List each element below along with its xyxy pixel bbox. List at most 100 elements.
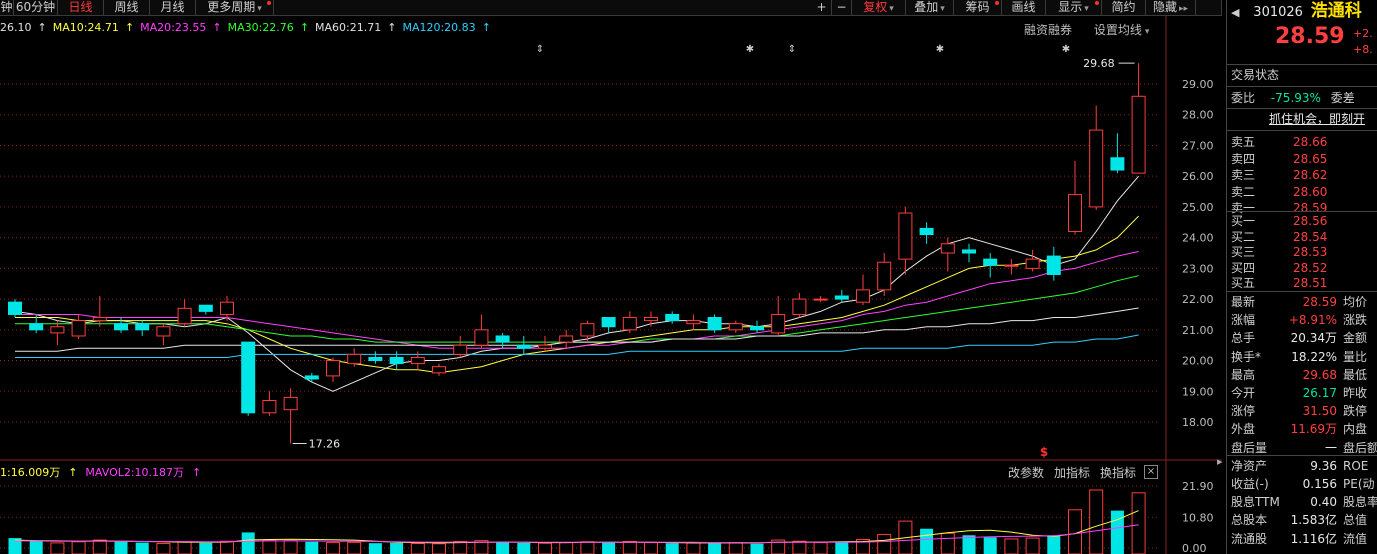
price-tick-label: 18.00 [1182, 416, 1214, 429]
rzrq-button[interactable]: 融资融券 [1024, 23, 1072, 37]
stat-value: 9.36 [1310, 458, 1337, 473]
candle-body [538, 344, 552, 349]
stat-value: 29.68 [1302, 367, 1337, 382]
ma-line-ma10 [15, 215, 1139, 374]
price-tick-label: 28.00 [1182, 109, 1214, 122]
buy-level-4: 买四 28.52 [1231, 259, 1327, 275]
volume-bar [390, 542, 404, 554]
volume-bar [877, 533, 892, 554]
candle-body [813, 298, 828, 301]
candle-body [114, 323, 128, 331]
candle-body [728, 323, 743, 331]
price-tick-label: 19.00 [1182, 385, 1214, 398]
stat-label: 收益(-) [1231, 477, 1269, 491]
ma-settings-label: 设置均线 [1093, 23, 1142, 37]
panel-separator [1227, 130, 1377, 131]
ma-legend-item: MA20:23.55 [140, 21, 207, 34]
price-tick-label: 29.00 [1182, 78, 1214, 91]
stat-row: 换手* 18.22% 量比 [1231, 348, 1367, 366]
candle-body [516, 344, 531, 349]
candle-body [389, 356, 404, 365]
candle-body [198, 304, 213, 312]
indicator-button-0[interactable]: 改参数 [1008, 466, 1044, 480]
weicha-label: 委差 [1330, 91, 1355, 105]
event-marker-icon: ⇕ [788, 44, 796, 55]
volume-bar [305, 541, 319, 554]
volume-legend-item: 1:16.009万 [0, 466, 61, 479]
stat-label: 股息TTM [1231, 495, 1280, 510]
volume-bar [220, 540, 234, 554]
stock-header: ◀ 301026 浩通科 [1231, 2, 1362, 20]
caret-left-icon[interactable]: ◀ [1231, 6, 1239, 19]
order-price: 28.53 [1293, 245, 1328, 259]
volume-bar [602, 542, 616, 554]
stock-code: 301026 [1253, 5, 1303, 20]
volume-bar [283, 540, 298, 554]
candle-body [601, 317, 616, 328]
close-volume-panel-button[interactable]: × [1144, 465, 1158, 479]
volume-bar [665, 543, 679, 554]
volume-bar [50, 542, 65, 554]
volume-bar [644, 542, 658, 554]
candle-body [1110, 157, 1125, 171]
volume-bar [813, 542, 828, 554]
candle-body [262, 399, 277, 414]
order-level-label: 卖三 [1231, 168, 1256, 182]
volume-bar [728, 542, 743, 554]
indicator-button-1[interactable]: 加指标 [1054, 466, 1090, 480]
candle-body [1131, 95, 1146, 174]
price-tick-label: 26.00 [1182, 170, 1214, 183]
candle-body [50, 326, 65, 334]
stat-value: 11.69万 [1290, 422, 1337, 437]
indicator-button-2[interactable]: 换指标 [1100, 466, 1136, 480]
panel-separator [1227, 291, 1377, 292]
stat-label-secondary: 金额 [1343, 331, 1368, 346]
candle-body [856, 289, 870, 303]
candle-body [962, 249, 976, 254]
stat-value: 0.156 [1302, 477, 1337, 491]
stat-value: 31.50 [1302, 404, 1337, 419]
order-price: 28.65 [1293, 151, 1328, 166]
volume-bar [708, 543, 722, 554]
stat-label: 涨停 [1231, 404, 1256, 419]
price-tick-label: 20.00 [1182, 355, 1214, 368]
stat-row: 外盘 11.69万 内盘 [1231, 420, 1367, 438]
buy-level-5: 买五 28.51 [1231, 274, 1327, 290]
candle-body [92, 317, 107, 322]
weibi-row: 委比 -75.93% 委差 [1231, 89, 1355, 107]
panel-separator [1227, 108, 1377, 109]
panel-separator [1227, 64, 1377, 65]
volume-bar [1110, 510, 1124, 554]
weibi-value: -75.93% [1270, 91, 1321, 105]
ma-settings-button[interactable]: 设置均线 ▾ [1094, 23, 1150, 37]
price-display: 28.59 [1231, 26, 1345, 58]
candle-body [326, 360, 340, 377]
volume-bar [347, 541, 362, 554]
candle-body [983, 258, 998, 266]
order-level-label: 买五 [1231, 276, 1256, 290]
candle-body [410, 356, 425, 365]
candle-body [771, 313, 786, 334]
high-price-label: 29.68 [1083, 57, 1115, 70]
candle-body [432, 366, 446, 374]
order-level-label: 卖二 [1231, 184, 1256, 199]
stat-label-secondary: 跌停 [1343, 404, 1368, 419]
arrow-up-icon: ↑ [387, 21, 397, 34]
volume-bar [622, 540, 637, 554]
promo-banner-link[interactable]: 抓住机会，即刻开 [1231, 110, 1365, 128]
stat-label-secondary: 流值 [1343, 531, 1368, 546]
stat-label: 总手 [1231, 331, 1256, 346]
order-price: 28.56 [1293, 214, 1328, 228]
collapse-right-panel-icon[interactable]: ▸ [1217, 455, 1225, 473]
low-price-label: 17.26 [309, 438, 341, 451]
price-tick-label: 24.00 [1182, 232, 1214, 245]
volume-bar [983, 537, 997, 554]
volume-bar [940, 532, 955, 554]
stat-value: 28.59 [1302, 295, 1337, 309]
trade-status-row: 交易状态 [1231, 66, 1279, 84]
volume-tick-label: 10.80 [1182, 511, 1214, 524]
stat-row: 盘后量 一盘后额 [1231, 439, 1377, 457]
volume-bar [1131, 492, 1146, 554]
stat-label: 净资产 [1231, 458, 1268, 473]
stat-row: 今开 26.17 昨收 [1231, 384, 1367, 402]
